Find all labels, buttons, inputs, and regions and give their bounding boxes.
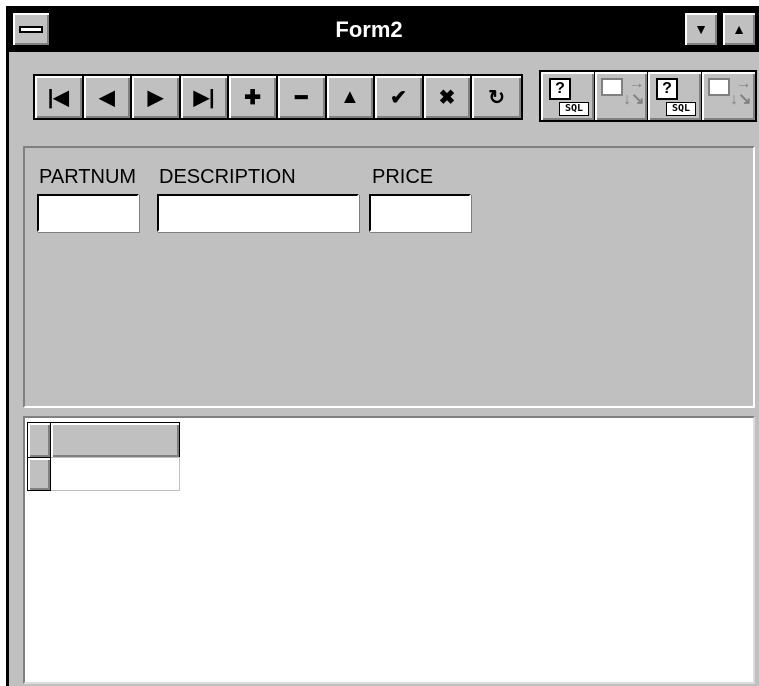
description-field[interactable] — [157, 194, 359, 232]
previous-record-button[interactable]: ◀ — [84, 76, 133, 118]
sql-toolbar: ? SQL → ↓↘? SQL → ↓↘ — [539, 70, 757, 122]
form2-window: Form2 ▼ ▲ |◀ ◀ ▶ ▶| ✚ ━ ▲ ✔ ✖ ↻ ? SQL → ↓↘? SQL → ↓↘ … — [6, 6, 759, 686]
first-record-button[interactable]: |◀ — [35, 76, 84, 118]
first-record-icon: |◀ — [47, 86, 69, 109]
next-record-icon: ▶ — [147, 86, 164, 109]
description-label: DESCRIPTION — [159, 166, 296, 188]
window-title: Form2 — [335, 17, 403, 42]
refresh-icon: ↻ — [488, 86, 506, 109]
flow-arrows-icon: → ↓↘ — [730, 75, 752, 108]
delete-record-button[interactable]: ━ — [278, 76, 327, 118]
sql-label: SQL — [559, 102, 589, 116]
toolbar: |◀ ◀ ▶ ▶| ✚ ━ ▲ ✔ ✖ ↻ ? SQL → ↓↘? SQL → ↓↘ — [9, 54, 759, 134]
flow-arrows-icon: → ↓↘ — [623, 75, 645, 108]
query-document-icon: ? — [549, 78, 571, 100]
refresh-button[interactable]: ↻ — [472, 76, 521, 118]
cancel-edit-button[interactable]: ✖ — [424, 76, 473, 118]
price-label: PRICE — [372, 166, 434, 188]
sql-flow-button-1[interactable]: → ↓↘ — [595, 72, 648, 120]
maximize-icon: ▲ — [732, 21, 746, 37]
up-arrow-icon: ▲ — [339, 85, 360, 108]
x-icon: ✖ — [438, 86, 456, 109]
system-menu-icon — [19, 26, 43, 33]
sql-query-button-2[interactable]: ? SQL — [648, 72, 702, 120]
data-grid[interactable] — [23, 416, 755, 684]
minimize-button[interactable]: ▼ — [683, 11, 719, 47]
minimize-icon: ▼ — [694, 21, 708, 37]
next-record-button[interactable]: ▶ — [132, 76, 181, 118]
grid-column-header[interactable] — [50, 422, 180, 458]
price-field[interactable] — [369, 194, 471, 232]
last-record-button[interactable]: ▶| — [181, 76, 230, 118]
post-record-button[interactable]: ✔ — [375, 76, 424, 118]
grid-corner-cell — [27, 422, 51, 458]
db-navigator: |◀ ◀ ▶ ▶| ✚ ━ ▲ ✔ ✖ ↻ — [33, 74, 523, 120]
previous-record-icon: ◀ — [99, 86, 115, 109]
maximize-button[interactable]: ▲ — [721, 11, 757, 47]
record-form-panel: PARTNUM DESCRIPTION PRICE — [23, 146, 755, 408]
grid-data-cell[interactable] — [51, 457, 180, 491]
insert-record-button[interactable]: ✚ — [229, 76, 278, 118]
system-menu-button[interactable] — [11, 11, 51, 47]
grid-row-indicator[interactable] — [27, 457, 51, 491]
edit-record-button[interactable]: ▲ — [327, 76, 376, 118]
minus-icon: ━ — [295, 86, 308, 109]
sql-query-button-1[interactable]: ? SQL — [541, 72, 595, 120]
last-record-icon: ▶| — [193, 86, 215, 109]
partnum-label: PARTNUM — [39, 166, 137, 188]
query-document-icon: ? — [656, 78, 678, 100]
checkmark-icon: ✔ — [390, 86, 407, 109]
sql-flow-button-2[interactable]: → ↓↘ — [702, 72, 756, 120]
partnum-field[interactable] — [37, 194, 139, 232]
title-bar[interactable]: Form2 ▼ ▲ — [9, 8, 759, 52]
sql-label: SQL — [666, 102, 696, 116]
plus-icon: ✚ — [244, 86, 262, 109]
